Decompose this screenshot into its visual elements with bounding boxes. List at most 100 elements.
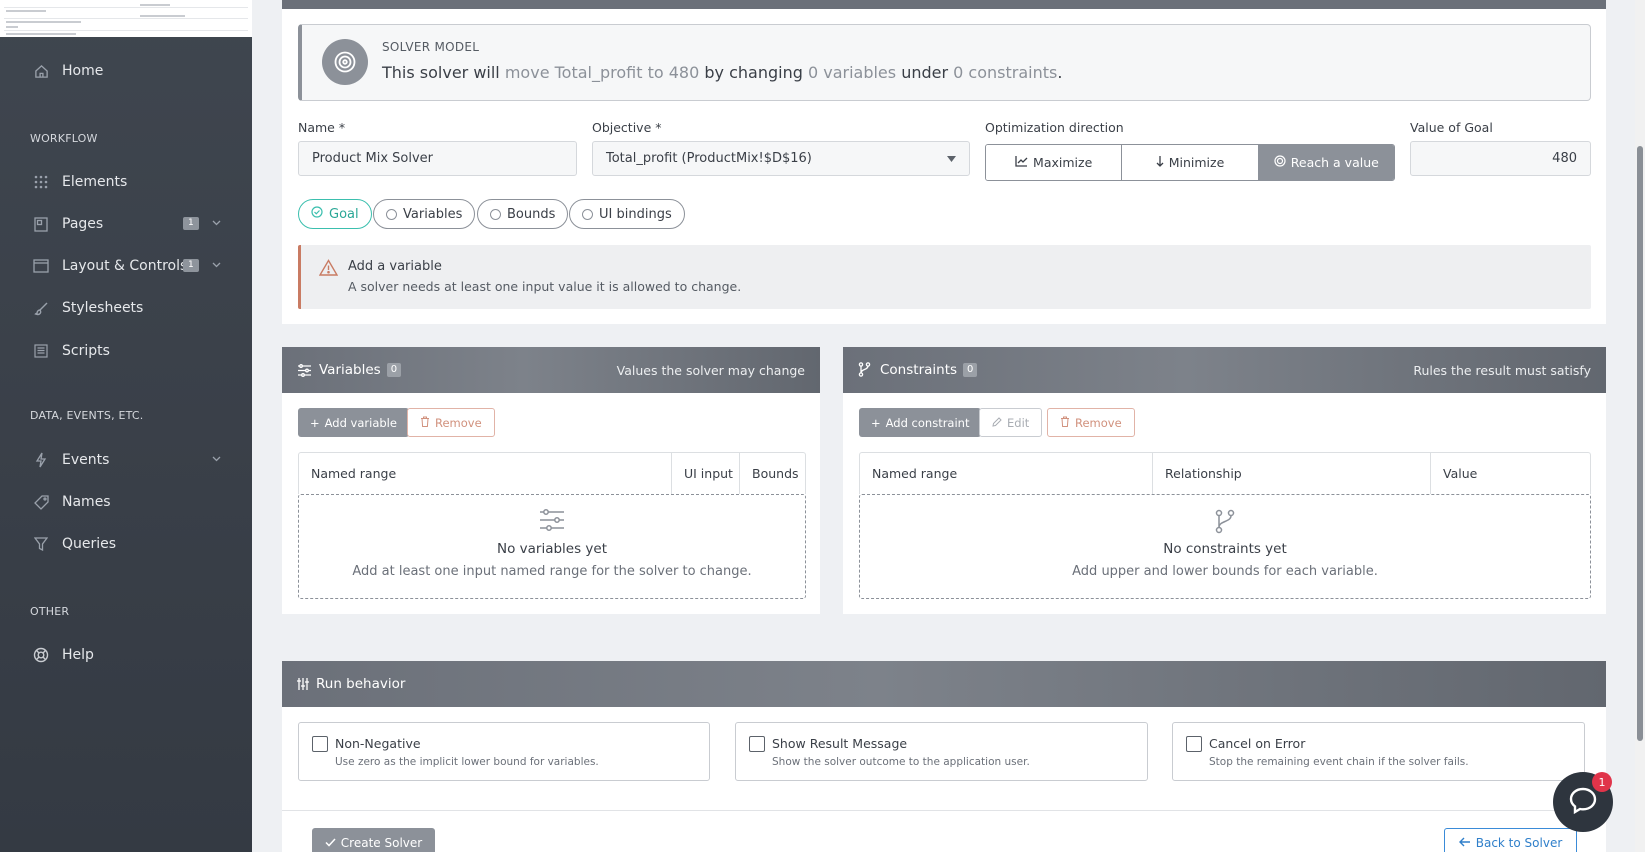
model-constraints-count: 0 constraints bbox=[953, 63, 1058, 82]
arrow-left-icon bbox=[1458, 836, 1471, 850]
settings-sliders-icon bbox=[296, 676, 310, 695]
column-header[interactable]: UI input bbox=[672, 453, 740, 494]
chevron-down-icon[interactable] bbox=[212, 218, 221, 229]
tab-label: UI bindings bbox=[599, 206, 672, 222]
model-text: under bbox=[896, 63, 954, 82]
column-header[interactable]: Named range bbox=[860, 453, 1153, 494]
warning-alert: Add a variable A solver needs at least o… bbox=[298, 245, 1591, 309]
trend-up-icon bbox=[1015, 155, 1028, 170]
option-desc: Stop the remaining event chain if the so… bbox=[1209, 756, 1469, 768]
model-text: by changing bbox=[699, 63, 808, 82]
remove-variable-button[interactable]: Remove bbox=[407, 408, 495, 437]
plus-icon: + bbox=[310, 415, 320, 430]
panel-title: Constraints bbox=[880, 362, 958, 378]
add-variable-button[interactable]: + Add variable bbox=[298, 408, 409, 437]
radio-icon bbox=[386, 208, 397, 220]
filter-icon bbox=[32, 535, 50, 553]
checkbox[interactable] bbox=[749, 736, 765, 752]
cancel-on-error-option[interactable]: Cancel on Error Stop the remaining event… bbox=[1172, 722, 1585, 781]
button-label: Add variable bbox=[324, 415, 397, 430]
nav-label: Layout & Controls bbox=[62, 258, 188, 274]
panel-subtitle: Rules the result must satisfy bbox=[1413, 363, 1591, 378]
nav-label: Events bbox=[62, 452, 110, 468]
chevron-down-icon[interactable] bbox=[212, 454, 221, 465]
name-input[interactable]: Product Mix Solver bbox=[298, 141, 577, 176]
constraints-empty-state: No constraints yet Add upper and lower b… bbox=[859, 494, 1591, 599]
target-icon bbox=[1274, 155, 1286, 170]
button-label: Create Solver bbox=[340, 836, 423, 850]
panel-subtitle: Values the solver may change bbox=[616, 363, 805, 378]
nav-elements[interactable]: Elements bbox=[0, 165, 252, 199]
non-negative-option[interactable]: Non-Negative Use zero as the implicit lo… bbox=[298, 722, 710, 781]
branch-icon bbox=[1215, 509, 1235, 538]
notification-badge: 1 bbox=[1592, 772, 1612, 792]
option-title: Show Result Message bbox=[772, 736, 908, 751]
constraints-count-badge: 0 bbox=[963, 363, 978, 377]
tab-bounds[interactable]: Bounds bbox=[477, 199, 569, 229]
model-goal-text: move Total_profit to 480 bbox=[504, 63, 700, 82]
page-icon bbox=[32, 215, 50, 233]
tab-goal[interactable]: Goal bbox=[298, 199, 372, 229]
empty-text: Add at least one input named range for t… bbox=[352, 564, 752, 579]
radio-icon bbox=[490, 208, 501, 220]
variables-empty-state: No variables yet Add at least one input … bbox=[298, 494, 806, 599]
constraints-panel-header: Constraints 0 Rules the result must satis… bbox=[843, 347, 1606, 393]
chevron-down-icon[interactable] bbox=[212, 260, 221, 271]
maximize-option[interactable]: Maximize bbox=[986, 145, 1123, 180]
nav-pages[interactable]: Pages 1 bbox=[0, 207, 252, 241]
nav-names[interactable]: Names bbox=[0, 485, 252, 519]
direction-toggle: Maximize Minimize Reach a value bbox=[985, 144, 1395, 181]
option-label: Minimize bbox=[1168, 155, 1225, 170]
constraints-table-header: Named range Relationship Value bbox=[859, 452, 1591, 494]
nav-stylesheets[interactable]: Stylesheets bbox=[0, 291, 252, 325]
section-other: OTHER bbox=[30, 605, 70, 618]
scrollbar-thumb[interactable] bbox=[1637, 146, 1643, 741]
nav-home[interactable]: Home bbox=[0, 54, 252, 88]
column-header[interactable]: Relationship bbox=[1153, 453, 1431, 494]
nav-scripts[interactable]: Scripts bbox=[0, 334, 252, 368]
nav-events[interactable]: Events bbox=[0, 443, 252, 477]
nav-help[interactable]: Help bbox=[0, 638, 252, 672]
objective-select[interactable]: Total_profit (ProductMix!$D$16) bbox=[592, 141, 970, 176]
objective-label: Objective * bbox=[592, 120, 662, 135]
reach-value-option[interactable]: Reach a value bbox=[1258, 145, 1394, 180]
edit-constraint-button[interactable]: Edit bbox=[979, 408, 1043, 437]
option-desc: Use zero as the implicit lower bound for… bbox=[335, 756, 599, 768]
minimize-option[interactable]: Minimize bbox=[1122, 145, 1259, 180]
goal-value-input[interactable]: 480 bbox=[1410, 141, 1591, 176]
model-text: This solver will bbox=[382, 63, 505, 82]
checkbox[interactable] bbox=[1186, 736, 1202, 752]
trash-icon bbox=[1060, 416, 1070, 430]
back-to-solver-button[interactable]: Back to Solver bbox=[1444, 828, 1577, 852]
page-thumbnail[interactable] bbox=[0, 0, 252, 37]
tab-label: Variables bbox=[403, 206, 463, 222]
nav-label: Home bbox=[62, 63, 104, 79]
variables-panel: Variables 0 Values the solver may change … bbox=[282, 347, 820, 614]
lifebuoy-icon bbox=[32, 646, 50, 664]
grid-icon bbox=[32, 173, 50, 191]
tab-ui-bindings[interactable]: UI bindings bbox=[569, 199, 685, 229]
tag-icon bbox=[32, 493, 50, 511]
column-header[interactable]: Bounds bbox=[740, 453, 805, 494]
button-label: Edit bbox=[1007, 415, 1030, 430]
caret-down-icon bbox=[947, 151, 956, 166]
nav-label: Pages bbox=[62, 216, 104, 232]
tab-variables[interactable]: Variables bbox=[373, 199, 476, 229]
tab-label: Bounds bbox=[507, 206, 556, 222]
panel-title: Variables bbox=[319, 362, 381, 378]
column-header[interactable]: Value bbox=[1431, 453, 1590, 494]
show-result-message-option[interactable]: Show Result Message Show the solver outc… bbox=[735, 722, 1148, 781]
option-desc: Show the solver outcome to the applicati… bbox=[772, 756, 1030, 768]
variables-panel-header: Variables 0 Values the solver may change bbox=[282, 347, 820, 393]
column-header[interactable]: Named range bbox=[299, 453, 672, 494]
create-solver-button[interactable]: Create Solver bbox=[312, 828, 435, 852]
model-text: . bbox=[1057, 63, 1063, 82]
nav-layout-controls[interactable]: Layout & Controls 1 bbox=[0, 249, 252, 283]
nav-queries[interactable]: Queries bbox=[0, 527, 252, 561]
add-constraint-button[interactable]: + Add constraint bbox=[859, 408, 982, 437]
checkbox[interactable] bbox=[312, 736, 328, 752]
header-bar bbox=[282, 0, 1606, 9]
brush-icon bbox=[32, 299, 50, 317]
remove-constraint-button[interactable]: Remove bbox=[1047, 408, 1135, 437]
option-title: Non-Negative bbox=[335, 736, 421, 751]
